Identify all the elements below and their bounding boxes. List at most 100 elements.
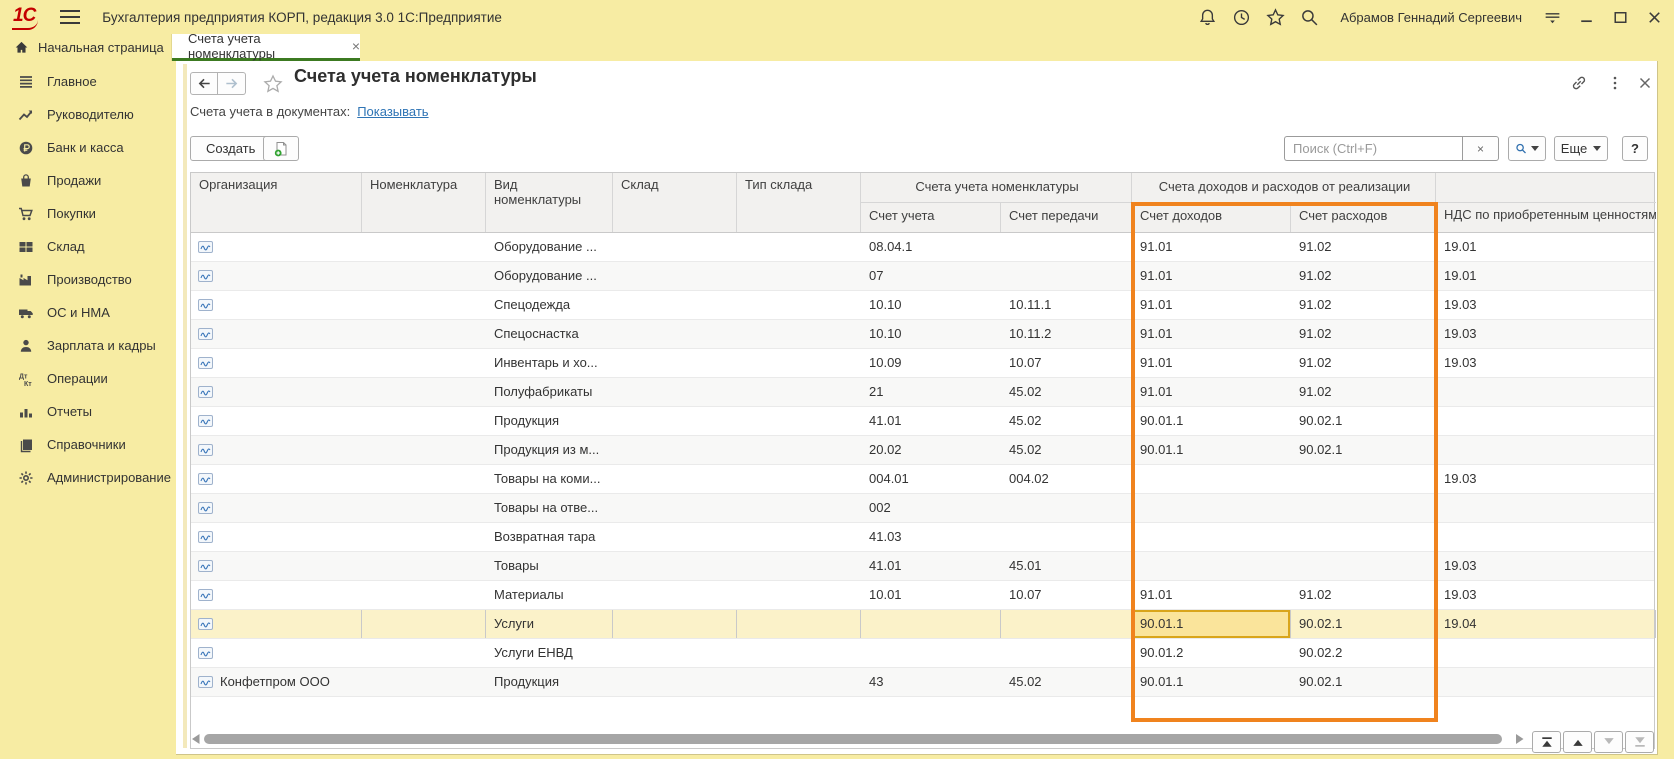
cell-transfer-account: 45.02 — [1001, 668, 1132, 696]
group-header-income-expense: Счета доходов и расходов от реализации — [1132, 173, 1436, 203]
history-icon[interactable] — [1232, 8, 1251, 27]
main-menu-icon[interactable] — [60, 10, 80, 24]
column-header-income-account[interactable]: Счет доходов — [1132, 203, 1291, 232]
table-row[interactable]: Спецоснастка 10.10 10.11.2 91.01 91.02 1… — [191, 320, 1654, 349]
close-window-icon[interactable] — [1645, 8, 1664, 27]
table-row[interactable]: Товары 41.01 45.01 19.03 — [191, 552, 1654, 581]
sidebar-item-administration[interactable]: Администрирование — [0, 461, 176, 494]
current-user[interactable]: Абрамов Геннадий Сергеевич — [1340, 10, 1522, 25]
sidebar-item-bank-cash[interactable]: Банк и касса — [0, 131, 176, 164]
cell-income-account: 90.01.1 — [1132, 668, 1291, 696]
cell-expense-account: 90.02.1 — [1291, 610, 1436, 638]
global-search-icon[interactable] — [1300, 8, 1319, 27]
list-up-button[interactable] — [1563, 731, 1592, 753]
horizontal-scrollbar[interactable] — [192, 733, 1524, 745]
table-row[interactable]: Оборудование ... 07 91.01 91.02 19.01 — [191, 262, 1654, 291]
table-row[interactable]: Продукция из м... 20.02 45.02 90.01.1 90… — [191, 436, 1654, 465]
maximize-icon[interactable] — [1611, 8, 1630, 27]
show-link[interactable]: Показывать — [357, 104, 428, 119]
cell-income-account: 90.01.1 — [1132, 436, 1291, 464]
table-row[interactable]: Материалы 10.01 10.07 91.01 91.02 19.03 — [191, 581, 1654, 610]
tab-item-accounts[interactable]: Счета учета номенклатуры × — [172, 34, 360, 61]
table-row[interactable]: Возвратная тара 41.03 — [191, 523, 1654, 552]
sidebar-item-purchases[interactable]: Покупки — [0, 197, 176, 230]
sidebar-item-sales[interactable]: Продажи — [0, 164, 176, 197]
table-row[interactable]: Продукция 41.01 45.02 90.01.1 90.02.1 — [191, 407, 1654, 436]
search-input[interactable] — [1284, 136, 1462, 161]
scroll-left-icon[interactable] — [192, 734, 200, 744]
cell-warehouse — [613, 407, 737, 435]
tab-home-page[interactable]: Начальная страница — [0, 34, 172, 61]
menu-icon — [18, 74, 34, 90]
window-title: Бухгалтерия предприятия КОРП, редакция 3… — [102, 10, 502, 25]
search-button[interactable] — [1508, 136, 1546, 161]
table-row[interactable]: Услуги 90.01.1 90.02.1 19.04 — [191, 610, 1654, 639]
scrollbar-thumb[interactable] — [204, 734, 1502, 744]
column-header-vat[interactable]: НДС по приобретенным ценностям — [1436, 203, 1656, 232]
get-link-icon[interactable] — [1570, 74, 1588, 92]
table-row[interactable]: Конфетпром ООО Продукция 43 45.02 90.01.… — [191, 668, 1654, 697]
help-button[interactable]: ? — [1622, 136, 1648, 161]
forward-button[interactable] — [218, 72, 246, 95]
back-button[interactable] — [190, 72, 218, 95]
cell-warehouse — [613, 233, 737, 261]
sidebar-item-references[interactable]: Справочники — [0, 428, 176, 461]
column-header-warehouse-type[interactable]: Тип склада — [737, 173, 861, 232]
column-header-organization[interactable]: Организация — [191, 173, 362, 232]
column-header-kind[interactable]: Вид номенклатуры — [486, 173, 613, 232]
cell-nomenclature — [362, 262, 486, 290]
notifications-bell-icon[interactable] — [1198, 8, 1217, 27]
list-down-button[interactable] — [1594, 731, 1623, 753]
column-header-nomenclature[interactable]: Номенклатура — [362, 173, 486, 232]
cell-nomenclature — [362, 465, 486, 493]
sidebar-item-salary-hr[interactable]: Зарплата и кадры — [0, 329, 176, 362]
sidebar-item-warehouse[interactable]: Склад — [0, 230, 176, 263]
sidebar-item-production[interactable]: Производство — [0, 263, 176, 296]
list-top-button[interactable] — [1532, 731, 1561, 753]
close-form-icon[interactable] — [1636, 74, 1654, 92]
table-row[interactable]: Услуги ЕНВД 90.01.2 90.02.2 — [191, 639, 1654, 668]
register-record-icon — [198, 502, 213, 514]
table-row[interactable]: Товары на коми... 004.01 004.02 19.03 — [191, 465, 1654, 494]
table-row[interactable]: Полуфабрикаты 21 45.02 91.01 91.02 — [191, 378, 1654, 407]
scroll-right-icon[interactable] — [1516, 734, 1524, 744]
more-menu-dots-icon[interactable] — [1606, 74, 1624, 92]
cell-income-account: 91.01 — [1132, 233, 1291, 261]
cell-expense-account — [1291, 465, 1436, 493]
favorites-star-icon[interactable] — [1266, 8, 1285, 27]
copy-item-button[interactable] — [263, 136, 299, 161]
clear-search-icon[interactable]: × — [1462, 136, 1499, 161]
favorite-star-icon[interactable] — [263, 74, 283, 94]
table-row[interactable]: Спецодежда 10.10 10.11.1 91.01 91.02 19.… — [191, 291, 1654, 320]
sidebar-item-manager[interactable]: Руководителю — [0, 98, 176, 131]
list-bottom-button[interactable] — [1625, 731, 1654, 753]
sidebar-item-main[interactable]: Главное — [0, 65, 176, 98]
table-row[interactable]: Инвентарь и хо... 10.09 10.07 91.01 91.0… — [191, 349, 1654, 378]
register-record-icon — [198, 473, 213, 485]
column-header-transfer-account[interactable]: Счет передачи — [1001, 203, 1132, 232]
sidebar-item-operations[interactable]: ДтКтОперации — [0, 362, 176, 395]
create-button[interactable]: Создать — [190, 136, 271, 161]
cell-nomenclature — [362, 349, 486, 377]
register-record-icon — [198, 676, 213, 688]
column-header-account[interactable]: Счет учета — [861, 203, 1001, 232]
tab-close-icon[interactable]: × — [352, 38, 360, 54]
cell-expense-account — [1291, 552, 1436, 580]
panel-splitter[interactable] — [183, 64, 187, 748]
column-header-expense-account[interactable]: Счет расходов — [1291, 203, 1436, 232]
column-header-warehouse[interactable]: Склад — [613, 173, 737, 232]
cell-kind: Товары на отве... — [486, 494, 613, 522]
sidebar-item-fixed-assets[interactable]: ОС и НМА — [0, 296, 176, 329]
table-row[interactable]: Оборудование ... 08.04.1 91.01 91.02 19.… — [191, 233, 1654, 262]
cell-vat: 19.03 — [1436, 581, 1656, 609]
service-menu-icon[interactable] — [1543, 8, 1562, 27]
sidebar-item-reports[interactable]: Отчеты — [0, 395, 176, 428]
cell-expense-account: 90.02.2 — [1291, 639, 1436, 667]
more-button[interactable]: Еще — [1554, 136, 1608, 161]
cell-kind: Спецоснастка — [486, 320, 613, 348]
scrollbar-track[interactable] — [204, 733, 1512, 745]
table-row[interactable]: Товары на отве... 002 — [191, 494, 1654, 523]
chart-icon — [18, 404, 34, 420]
minimize-icon[interactable] — [1577, 8, 1596, 27]
cell-transfer-account: 45.02 — [1001, 378, 1132, 406]
